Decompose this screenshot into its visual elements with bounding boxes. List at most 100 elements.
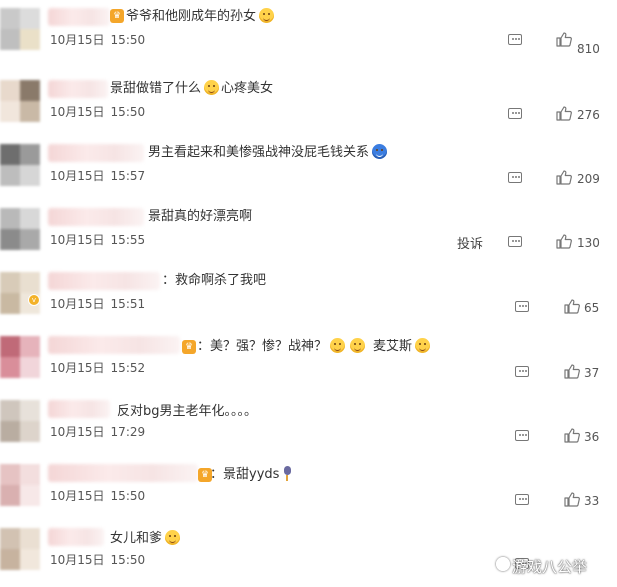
avatar[interactable] [0,528,40,570]
comment-meta: 10月15日 15:50 [50,551,145,568]
comment-body: 景甜真的好漂亮啊 [148,209,253,224]
comment-text: 爷爷和他刚成年的孙女 [126,8,276,26]
comment-date: 10月15日 [50,425,105,439]
comment-row: 反对bg男主老年化。。。。 10月15日 17:29 36 [0,392,617,456]
username-mosaic[interactable] [48,464,198,482]
comment-row: v ：救命啊杀了我吧 10月15日 15:51 65 [0,264,617,328]
blue-emoji-icon [372,144,388,159]
reply-icon[interactable] [508,172,522,183]
avatar[interactable] [0,272,40,314]
comment-row: 景甜做错了什么 心疼美女 10月15日 15:50 276 [0,72,617,136]
comment-body: 美？强？惨？战神？ [210,339,328,354]
like-icon[interactable] [564,428,580,443]
like-count: 36 [584,430,600,444]
comment-text: 反对bg男主老年化。。。。 [117,403,257,421]
like-count: 209 [577,172,600,186]
comment-colon: ： [162,273,176,288]
like-icon[interactable] [556,32,572,47]
username-mosaic[interactable] [48,528,104,546]
comment-meta: 10月15日 17:29 [50,423,145,440]
avatar[interactable] [0,80,40,122]
comment-date: 10月15日 [50,553,105,567]
like-icon[interactable] [556,234,572,249]
comment-body: 女儿和爹 [110,531,163,546]
comment-date: 10月15日 [50,361,105,375]
comment-meta: 10月15日 15:52 [50,359,145,376]
comment-body: 反对bg男主老年化。。。。 [117,404,258,419]
comment-body: 救命啊杀了我吧 [175,273,267,288]
comment-text: ：景甜yyds [210,466,294,484]
avatar[interactable] [0,208,40,250]
comment-row: 男主看起来和美惨强战神没屁毛钱关系 10月15日 15:57 209 [0,136,617,200]
username-mosaic[interactable] [48,400,110,418]
comment-meta: 10月15日 15:50 [50,487,145,504]
microphone-emoji-icon [282,466,292,481]
like-icon[interactable] [564,364,580,379]
comment-row: ♛ 爷爷和他刚成年的孙女 10月15日 15:50 810 [0,0,617,64]
like-count: 37 [584,366,600,380]
reply-icon[interactable] [508,236,522,247]
like-icon[interactable] [564,299,580,314]
comment-meta: 10月15日 15:50 [50,31,145,48]
comment-body-tail: 麦艾斯 [373,339,413,354]
like-icon[interactable] [556,170,572,185]
username-mosaic[interactable] [48,272,160,290]
username-mosaic[interactable] [48,336,180,354]
comment-text: 男主看起来和美惨强战神没屁毛钱关系 [148,144,389,162]
comment-time: 15:50 [110,33,146,47]
comment-date: 10月15日 [50,169,105,183]
crying-emoji-icon [204,80,220,95]
comment-meta: 10月15日 15:55 [50,231,145,248]
watermark-logo-icon [496,557,510,571]
smile-emoji-icon [415,338,431,353]
verified-badge-icon: v [28,294,40,306]
avatar[interactable] [0,336,40,378]
comment-row: ♛ ：美？强？惨？战神？ 麦艾斯 10月15日 15:52 37 [0,328,617,392]
comment-time: 15:50 [110,553,146,567]
reply-icon[interactable] [508,108,522,119]
comment-date: 10月15日 [50,297,105,311]
like-icon[interactable] [556,106,572,121]
like-icon[interactable] [564,492,580,507]
comment-time: 15:57 [110,169,146,183]
reply-icon[interactable] [515,366,529,377]
grin-emoji-icon [165,530,181,545]
avatar[interactable] [0,464,40,506]
like-count: 276 [577,108,600,122]
comment-row: ♛ ：景甜yyds 10月15日 15:50 33 [0,456,617,520]
member-badge-icon: ♛ [110,9,124,23]
like-count: 130 [577,236,600,250]
comment-colon: ： [210,467,224,482]
avatar[interactable] [0,144,40,186]
comment-text: ：美？强？惨？战神？ 麦艾斯 [197,338,432,356]
like-count: 33 [584,494,600,508]
comment-body: 男主看起来和美惨强战神没屁毛钱关系 [148,145,370,160]
comment-body: 景甜做错了什么 [110,81,202,96]
username-mosaic[interactable] [48,144,144,162]
comment-text: 景甜做错了什么 心疼美女 [110,80,273,98]
comment-text: 女儿和爹 [110,530,182,548]
reply-icon[interactable] [515,494,529,505]
comment-meta: 10月15日 15:57 [50,167,145,184]
reply-icon[interactable] [515,301,529,312]
username-mosaic[interactable] [48,8,110,26]
avatar[interactable] [0,400,40,442]
username-mosaic[interactable] [48,80,108,98]
comment-time: 15:55 [110,233,146,247]
cheer-emoji-icon [330,338,346,353]
watermark: 游戏八公举 [512,558,588,576]
username-mosaic[interactable] [48,208,144,226]
comment-text: ：救命啊杀了我吧 [162,272,266,290]
comment-body: 爷爷和他刚成年的孙女 [126,9,257,24]
comment-meta: 10月15日 15:50 [50,103,145,120]
reply-icon[interactable] [515,430,529,441]
report-button[interactable]: 投诉 [457,233,483,252]
avatar[interactable] [0,8,40,50]
comment-row: 景甜真的好漂亮啊 10月15日 15:55 130 [0,200,617,264]
comment-body: 景甜yyds [223,467,280,482]
reply-icon[interactable] [508,34,522,45]
comment-time: 15:51 [110,297,146,311]
comment-date: 10月15日 [50,33,105,47]
comment-date: 10月15日 [50,233,105,247]
comment-text: 景甜真的好漂亮啊 [148,208,252,226]
